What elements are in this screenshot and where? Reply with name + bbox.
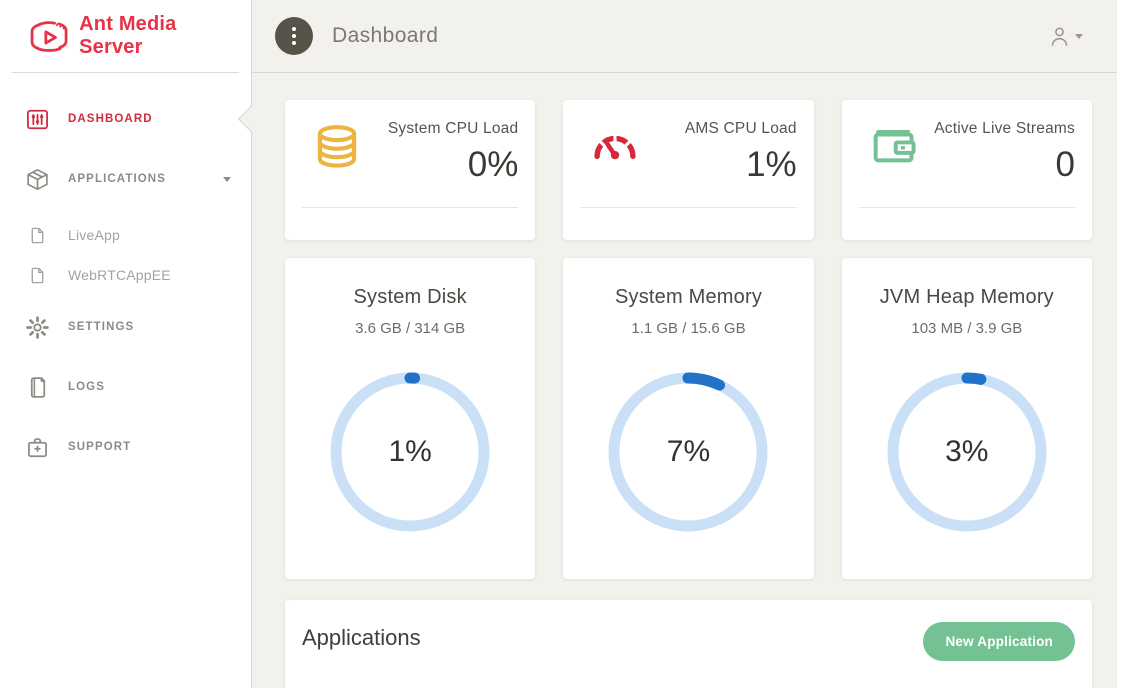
circular-gauge: 7% — [605, 369, 771, 535]
applications-panel: Applications New Application — [285, 600, 1092, 688]
new-application-button[interactable]: New Application — [923, 622, 1075, 661]
gauge-percent: 3% — [884, 369, 1050, 535]
ant-media-logo-icon — [27, 16, 71, 56]
sidebar-item-liveapp[interactable]: LiveApp — [0, 215, 251, 255]
gauge-card-jvm-heap: JVM Heap Memory 103 MB / 3.9 GB 3% — [842, 258, 1092, 579]
sidebar-item-support[interactable]: SUPPORT — [0, 423, 251, 471]
gauge-usage: 3.6 GB / 314 GB — [285, 320, 535, 337]
circular-gauge: 3% — [884, 369, 1050, 535]
gauge-card-system-memory: System Memory 1.1 GB / 15.6 GB 7% — [563, 258, 813, 579]
file-icon — [24, 226, 50, 245]
applications-title: Applications — [302, 622, 421, 654]
database-icon — [302, 118, 354, 187]
caret-down-icon — [1075, 34, 1083, 39]
stat-title: AMS CPU Load — [685, 118, 797, 140]
stat-value: 0% — [388, 143, 519, 187]
main-area: Dashboard — [252, 0, 1123, 688]
stat-title: System CPU Load — [388, 118, 519, 140]
user-icon — [1047, 24, 1072, 49]
sidebar-item-webrtcappee[interactable]: WebRTCAppEE — [0, 255, 251, 295]
stat-value: 1% — [685, 143, 797, 187]
divider — [580, 207, 796, 208]
sidebar-item-label: LOGS — [68, 381, 105, 393]
sidebar-item-settings[interactable]: SETTINGS — [0, 303, 251, 351]
file-icon — [24, 266, 50, 285]
gauge-title: System Disk — [285, 284, 535, 310]
wallet-icon — [859, 118, 911, 187]
applications-sublist: LiveApp WebRTCAppEE — [0, 215, 251, 295]
gauge-percent: 1% — [327, 369, 493, 535]
sliders-icon — [24, 107, 50, 132]
caret-down-icon — [223, 177, 231, 182]
sidebar-item-label: LiveApp — [68, 227, 120, 243]
gauge-title: System Memory — [563, 284, 813, 310]
sidebar-item-label: APPLICATIONS — [68, 173, 166, 185]
sidebar-item-logs[interactable]: LOGS — [0, 363, 251, 411]
sidebar: Ant Media Server DASHBOARD — [0, 0, 252, 688]
stat-cards-row: System CPU Load 0% — [285, 100, 1092, 240]
package-icon — [24, 167, 50, 192]
sidebar-nav: DASHBOARD APPLICATIONS — [0, 73, 251, 471]
divider — [859, 207, 1075, 208]
sidebar-item-label: SUPPORT — [68, 441, 131, 453]
ant-media-dashboard: Ant Media Server DASHBOARD — [0, 0, 1123, 688]
brand-name: Ant Media Server — [79, 13, 239, 59]
dashboard-content: System CPU Load 0% — [252, 73, 1123, 688]
stat-title: Active Live Streams — [934, 118, 1075, 140]
support-icon — [24, 435, 50, 460]
sidebar-item-applications[interactable]: APPLICATIONS — [0, 155, 251, 203]
gauge-title: JVM Heap Memory — [842, 284, 1092, 310]
gear-icon — [24, 315, 50, 340]
divider — [302, 207, 518, 208]
vertical-ellipsis-button[interactable] — [275, 17, 313, 55]
vertical-ellipsis-icon — [292, 27, 296, 31]
gauge-card-system-disk: System Disk 3.6 GB / 314 GB 1% — [285, 258, 535, 579]
gauge-usage: 103 MB / 3.9 GB — [842, 320, 1092, 337]
top-header: Dashboard — [252, 0, 1123, 73]
gauge-cards-row: System Disk 3.6 GB / 314 GB 1% System Me… — [285, 258, 1092, 579]
gauge-icon — [580, 118, 632, 187]
gauge-usage: 1.1 GB / 15.6 GB — [563, 320, 813, 337]
logs-icon — [24, 375, 50, 400]
stat-card-active-streams: Active Live Streams 0 — [842, 100, 1092, 240]
stat-value: 0 — [934, 143, 1075, 187]
stat-card-system-cpu: System CPU Load 0% — [285, 100, 535, 240]
circular-gauge: 1% — [327, 369, 493, 535]
scrollbar-track[interactable] — [1117, 0, 1123, 688]
brand-logo[interactable]: Ant Media Server — [12, 0, 239, 73]
page-title: Dashboard — [332, 24, 438, 48]
stat-card-ams-cpu: AMS CPU Load 1% — [563, 100, 813, 240]
gauge-percent: 7% — [605, 369, 771, 535]
sidebar-item-dashboard[interactable]: DASHBOARD — [0, 95, 251, 143]
sidebar-item-label: WebRTCAppEE — [68, 267, 171, 283]
user-menu-button[interactable] — [1047, 24, 1083, 49]
sidebar-item-label: DASHBOARD — [68, 113, 153, 125]
sidebar-item-label: SETTINGS — [68, 321, 134, 333]
